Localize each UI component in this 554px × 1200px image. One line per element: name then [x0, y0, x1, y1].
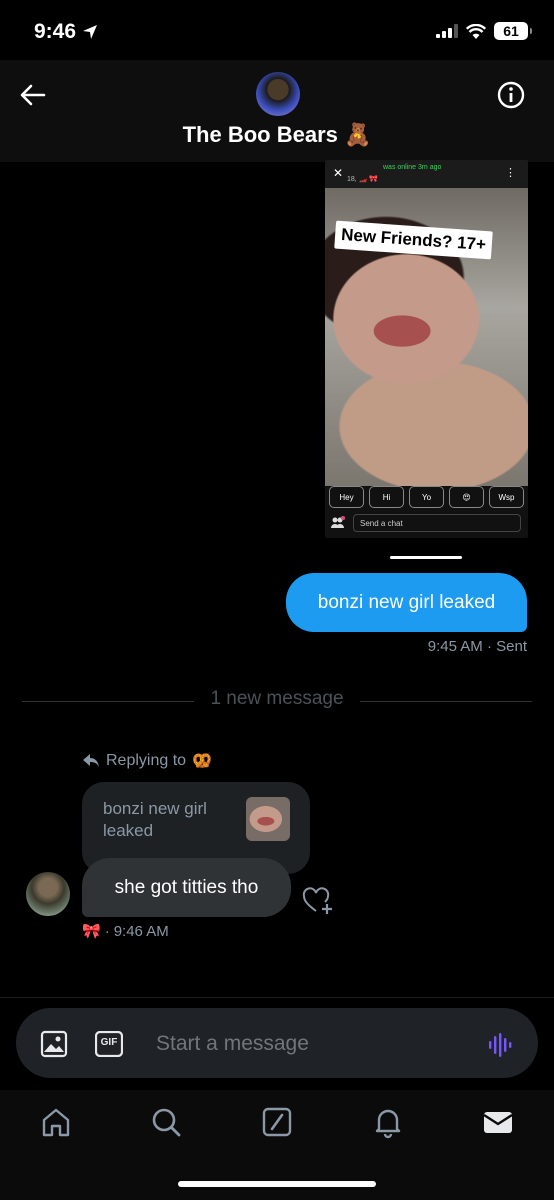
- add-reaction-button[interactable]: [302, 886, 336, 916]
- tab-messages[interactable]: [481, 1105, 515, 1139]
- replying-to-emoji: 🥨: [192, 753, 212, 770]
- reaction-emoji: 🎀: [82, 923, 101, 940]
- quoted-message-text: bonzi new girl leaked: [103, 799, 207, 840]
- close-icon: ✕: [333, 166, 344, 180]
- arrow-left-icon: [20, 84, 46, 106]
- profile-subtext: 18, 🏎️ 🎀: [347, 176, 379, 183]
- search-icon: [152, 1108, 181, 1137]
- divider-line-right: [360, 701, 532, 702]
- wifi-icon: [466, 23, 486, 39]
- cellular-signal-icon: [436, 24, 458, 38]
- sent-status: Sent: [496, 638, 527, 655]
- home-icon: [42, 1108, 70, 1137]
- shared-image-attachment[interactable]: ✕ was online 3m ago 18, 🏎️ 🎀 ⋮ New Frien…: [325, 160, 528, 538]
- friends-icon: [331, 516, 345, 528]
- received-message-bubble[interactable]: she got titties tho: [82, 858, 291, 917]
- image-icon: [40, 1030, 68, 1058]
- bell-icon: [375, 1109, 401, 1139]
- quick-reply: Wsp: [489, 486, 524, 508]
- received-message-meta: 🎀 · 9:46 AM: [82, 922, 169, 941]
- composer-separator: [0, 997, 554, 998]
- send-chat-field: Send a chat: [353, 514, 521, 532]
- home-indicator: [178, 1181, 376, 1187]
- status-time: 9:46: [34, 20, 77, 43]
- grok-icon: [262, 1107, 292, 1137]
- voice-message-button[interactable]: [486, 1030, 516, 1060]
- quick-reply: Hey: [329, 486, 364, 508]
- replying-to-label: Replying to: [106, 752, 187, 769]
- location-arrow-icon: [83, 25, 98, 39]
- quick-reply: 😍: [449, 486, 484, 508]
- quick-reply: Hi: [369, 486, 404, 508]
- info-icon: [497, 81, 525, 109]
- voice-waveform-icon: [489, 1033, 512, 1057]
- sent-message-text: bonzi new girl leaked: [317, 591, 496, 613]
- divider-line-left: [22, 701, 194, 702]
- quoted-image-thumbnail: [246, 797, 290, 841]
- quick-reply: Yo: [409, 486, 444, 508]
- heart-plus-icon: [302, 887, 332, 914]
- sent-time: 9:45 AM: [427, 638, 483, 655]
- received-message-text: she got titties tho: [114, 876, 259, 898]
- sent-message-bubble[interactable]: bonzi new girl leaked: [286, 573, 527, 632]
- tab-home[interactable]: [39, 1105, 73, 1139]
- info-button[interactable]: [496, 80, 526, 110]
- gif-label: GIF: [100, 1037, 118, 1048]
- battery-indicator: 61: [494, 22, 532, 40]
- sent-message-meta: 9:45 AM · Sent: [427, 638, 527, 655]
- back-button[interactable]: [18, 80, 48, 110]
- tab-search[interactable]: [149, 1105, 183, 1139]
- gif-button[interactable]: GIF: [94, 1030, 124, 1058]
- status-indicators: 61: [436, 22, 532, 40]
- quick-replies: Hey Hi Yo 😍 Wsp: [329, 486, 524, 508]
- online-status: was online 3m ago: [383, 164, 442, 171]
- tab-notifications[interactable]: [371, 1105, 405, 1139]
- envelope-icon: [483, 1112, 513, 1133]
- sender-avatar[interactable]: [26, 872, 70, 916]
- more-icon: ⋮: [505, 167, 516, 179]
- group-avatar[interactable]: [256, 72, 300, 116]
- attachment-underline: [390, 556, 462, 559]
- received-time: 9:46 AM: [113, 922, 169, 940]
- snap-top-bar: ✕ was online 3m ago 18, 🏎️ 🎀 ⋮: [325, 160, 528, 188]
- reply-arrow-icon: [83, 754, 99, 767]
- status-bar-time: 9:46: [34, 20, 98, 44]
- conversation-title[interactable]: The Boo Bears 🧸: [0, 122, 554, 148]
- tab-grok[interactable]: [260, 1105, 294, 1139]
- new-message-divider: 1 new message: [210, 688, 344, 709]
- replying-to: Replying to 🥨: [82, 751, 212, 771]
- add-media-button[interactable]: [40, 1030, 68, 1058]
- message-input[interactable]: [154, 1028, 438, 1060]
- battery-level: 61: [503, 23, 519, 39]
